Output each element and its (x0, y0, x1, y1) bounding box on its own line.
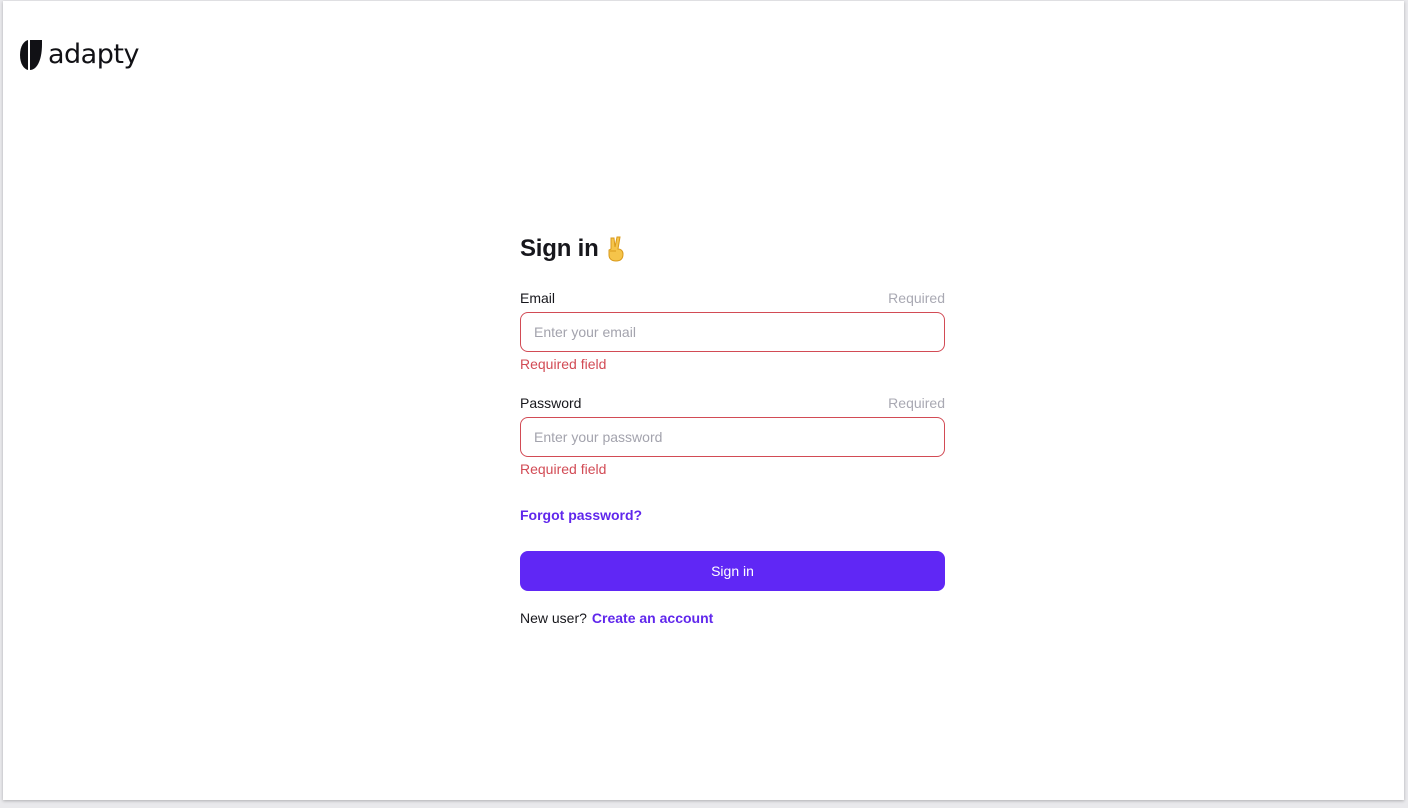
victory-hand-icon (608, 236, 624, 262)
sign-in-form: Sign in Email Required Required field Pa… (520, 231, 945, 626)
app-window: adapty Sign in Email Required Required f… (3, 1, 1404, 800)
email-required-tag: Required (888, 290, 945, 306)
email-field-group: Email Required Required field (520, 290, 945, 374)
page-title-row: Sign in (520, 231, 945, 267)
email-error: Required field (520, 356, 607, 372)
password-label: Password (520, 395, 582, 411)
signup-prompt: New user? (520, 610, 587, 626)
adapty-logo-icon (20, 40, 42, 70)
password-field-group: Password Required Required field (520, 395, 945, 479)
create-account-link[interactable]: Create an account (592, 610, 713, 626)
email-label: Email (520, 290, 556, 306)
password-input[interactable] (520, 417, 945, 457)
brand-logo[interactable]: adapty (20, 40, 139, 70)
password-field-header: Password Required (520, 395, 945, 413)
email-input[interactable] (520, 312, 945, 352)
password-required-tag: Required (888, 395, 945, 411)
forgot-password-link[interactable]: Forgot password? (520, 507, 642, 523)
signup-row: New user? Create an account (520, 610, 945, 626)
sign-in-button[interactable]: Sign in (520, 551, 945, 591)
email-field-header: Email Required (520, 290, 945, 308)
brand-name: adapty (48, 39, 139, 70)
password-error: Required field (520, 461, 607, 477)
page-title: Sign in (520, 235, 599, 262)
